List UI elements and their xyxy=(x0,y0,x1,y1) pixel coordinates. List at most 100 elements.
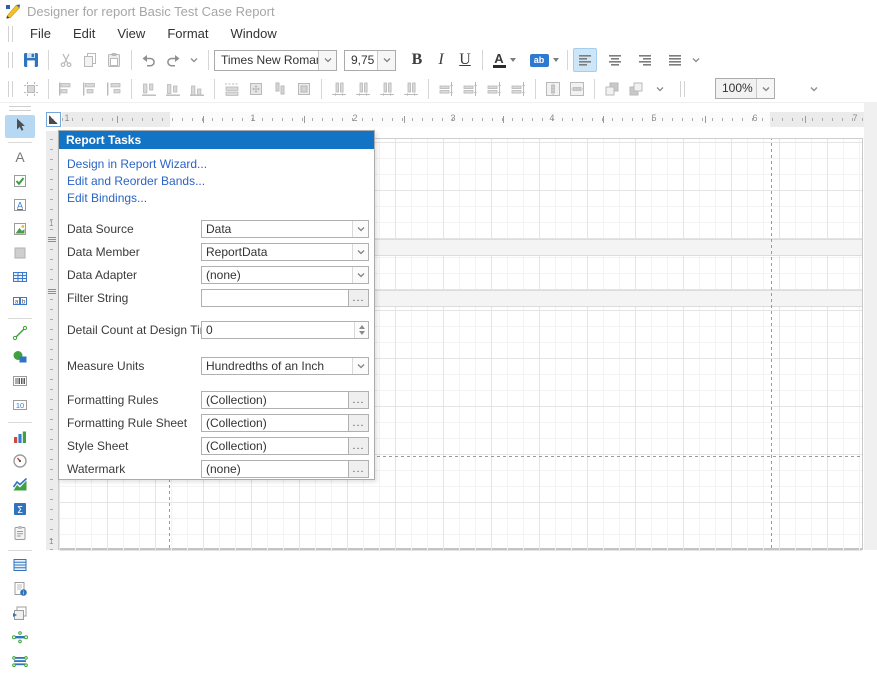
vert-spacing-decrease-button[interactable] xyxy=(482,77,506,101)
make-same-height-button[interactable] xyxy=(268,77,292,101)
tool-sparkline[interactable] xyxy=(5,475,35,498)
detail-count-at-design-time-field[interactable]: 0 xyxy=(201,321,369,339)
chevron-down-icon[interactable] xyxy=(352,358,368,374)
smart-tag-button[interactable] xyxy=(46,112,61,127)
horz-spacing-equal-button[interactable] xyxy=(327,77,351,101)
tool-table[interactable] xyxy=(5,267,35,290)
menu-format[interactable]: Format xyxy=(156,23,219,44)
tool-zip-code[interactable]: 10 xyxy=(5,395,35,418)
formatting-rule-sheet-field[interactable]: (Collection)... xyxy=(201,414,369,432)
zoom-out-button[interactable] xyxy=(691,77,715,101)
italic-button[interactable]: I xyxy=(429,48,453,72)
align-middles-button[interactable] xyxy=(161,77,185,101)
tool-shape[interactable] xyxy=(5,347,35,370)
toolbar2-grip[interactable] xyxy=(8,81,13,97)
toolbox-grip[interactable] xyxy=(9,106,31,111)
tool-gauge[interactable] xyxy=(5,451,35,474)
zoom-chevron-button[interactable] xyxy=(805,77,823,101)
tool-label[interactable]: A xyxy=(5,147,35,170)
detail-count-at-design-time-spinner[interactable] xyxy=(354,322,368,338)
make-same-size-button[interactable] xyxy=(292,77,316,101)
band-splitter-handle[interactable] xyxy=(48,237,56,242)
measure-units-field[interactable]: Hundredths of an Inch xyxy=(201,357,369,375)
tool-bar-code[interactable] xyxy=(5,371,35,394)
formatting-rule-sheet-ellipsis-button[interactable]: ... xyxy=(348,415,368,431)
spin-up-icon[interactable] xyxy=(359,325,365,329)
align-bottoms-button[interactable] xyxy=(185,77,209,101)
make-same-width-button[interactable] xyxy=(220,77,244,101)
tool-rich-text[interactable]: A xyxy=(5,195,35,218)
horz-spacing-decrease-button[interactable] xyxy=(375,77,399,101)
tool-line[interactable] xyxy=(5,323,35,346)
chevron-down-icon[interactable] xyxy=(352,244,368,260)
font-name-combo[interactable]: Times New Roman xyxy=(214,50,337,71)
tool-character-comb[interactable]: ab xyxy=(5,291,35,314)
paste-button[interactable] xyxy=(102,48,126,72)
align-center-button[interactable] xyxy=(603,48,627,72)
menu-file[interactable]: File xyxy=(19,23,62,44)
copy-button[interactable] xyxy=(78,48,102,72)
center-vertically-button[interactable] xyxy=(565,77,589,101)
zoom-grip[interactable] xyxy=(680,81,685,97)
band-splitter-handle[interactable] xyxy=(48,289,56,294)
save-button[interactable] xyxy=(19,48,43,72)
tool-table-of-contents[interactable] xyxy=(5,555,35,578)
tool-subreport[interactable] xyxy=(5,603,35,626)
align-to-grid-button[interactable] xyxy=(19,77,43,101)
send-to-back-button[interactable] xyxy=(624,77,648,101)
tool-picture-box[interactable] xyxy=(5,219,35,242)
tool-pivot-grid[interactable]: Σ xyxy=(5,499,35,522)
chevron-down-icon[interactable] xyxy=(318,51,336,70)
align-left-button[interactable] xyxy=(573,48,597,72)
bold-button[interactable]: B xyxy=(405,48,429,72)
chevron-down-icon[interactable] xyxy=(377,51,395,70)
formatting-rules-field[interactable]: (Collection)... xyxy=(201,391,369,409)
zoom-in-button[interactable] xyxy=(781,77,805,101)
task-link[interactable]: Design in Report Wizard... xyxy=(67,157,207,171)
data-source-field[interactable]: Data xyxy=(201,220,369,238)
align-centers-button[interactable] xyxy=(78,77,102,101)
toolbar1-grip[interactable] xyxy=(8,52,13,68)
font-color-button[interactable]: A xyxy=(488,48,520,72)
redo-button[interactable] xyxy=(161,48,185,72)
order-chevron-button[interactable] xyxy=(648,77,672,101)
watermark-field[interactable]: (none)... xyxy=(201,460,369,478)
vert-spacing-remove-button[interactable] xyxy=(506,77,530,101)
underline-button[interactable]: U xyxy=(453,48,477,72)
tool-panel[interactable] xyxy=(5,243,35,266)
filter-string-ellipsis-button[interactable]: ... xyxy=(348,290,368,306)
align-right-button[interactable] xyxy=(633,48,657,72)
align-lefts-button[interactable] xyxy=(54,77,78,101)
horz-spacing-increase-button[interactable] xyxy=(351,77,375,101)
undo-redo-chevron-button[interactable] xyxy=(185,48,203,72)
data-member-field[interactable]: ReportData xyxy=(201,243,369,261)
tool-cross-band-box[interactable] xyxy=(5,651,35,674)
task-link[interactable]: Edit and Reorder Bands... xyxy=(67,174,205,188)
style-sheet-field[interactable]: (Collection)... xyxy=(201,437,369,455)
cut-button[interactable] xyxy=(54,48,78,72)
style-sheet-ellipsis-button[interactable]: ... xyxy=(348,438,368,454)
tool-chart[interactable] xyxy=(5,427,35,450)
size-to-grid-button[interactable] xyxy=(244,77,268,101)
align-chevron-button[interactable] xyxy=(687,48,705,72)
menubar-grip[interactable] xyxy=(8,26,13,42)
menu-view[interactable]: View xyxy=(106,23,156,44)
align-rights-button[interactable] xyxy=(102,77,126,101)
vert-spacing-equal-button[interactable] xyxy=(434,77,458,101)
tool-page-break[interactable] xyxy=(5,627,35,650)
vert-spacing-increase-button[interactable] xyxy=(458,77,482,101)
justify-button[interactable] xyxy=(663,48,687,72)
chevron-down-icon[interactable] xyxy=(756,79,774,98)
undo-button[interactable] xyxy=(137,48,161,72)
bring-to-front-button[interactable] xyxy=(600,77,624,101)
tool-notes[interactable] xyxy=(5,523,35,546)
menu-window[interactable]: Window xyxy=(219,23,287,44)
tool-check-box[interactable] xyxy=(5,171,35,194)
zoom-combo[interactable]: 100% xyxy=(715,78,775,99)
menu-edit[interactable]: Edit xyxy=(62,23,106,44)
align-tops-button[interactable] xyxy=(137,77,161,101)
tool-page-info[interactable]: i xyxy=(5,579,35,602)
horz-spacing-remove-button[interactable] xyxy=(399,77,423,101)
filter-string-field[interactable]: ... xyxy=(201,289,369,307)
chevron-down-icon[interactable] xyxy=(352,221,368,237)
